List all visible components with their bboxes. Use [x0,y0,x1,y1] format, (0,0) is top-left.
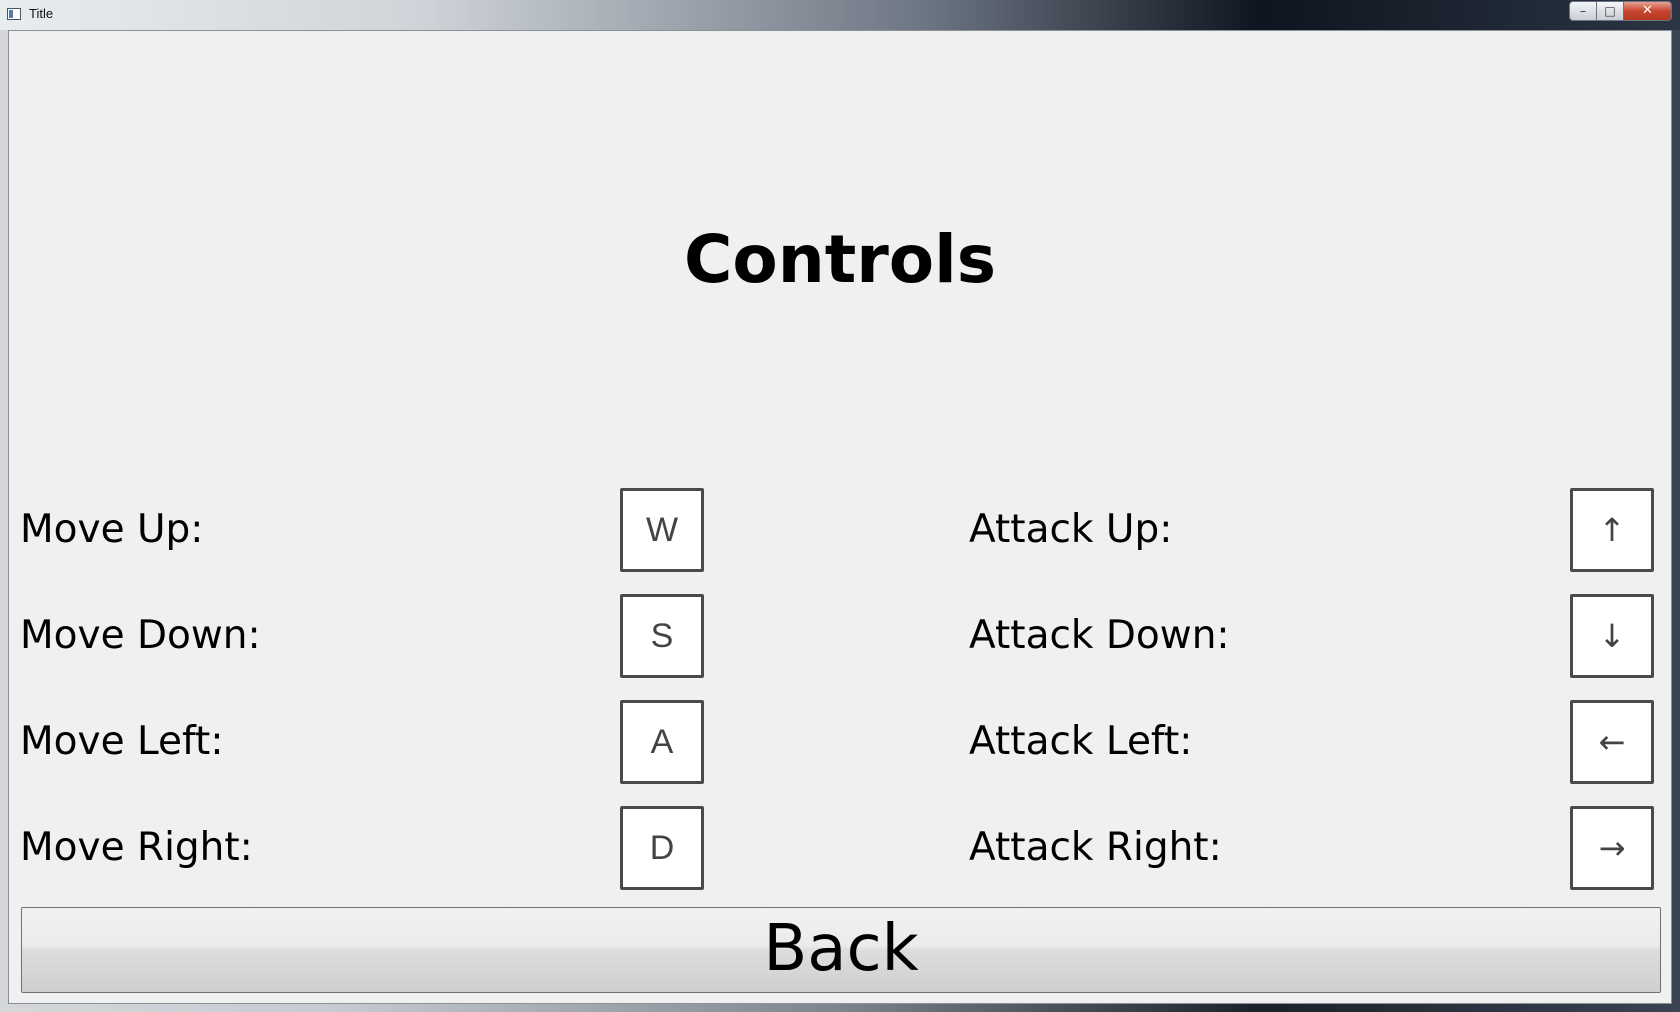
move-down-key[interactable]: S [620,594,704,678]
attack-right-key[interactable]: → [1570,806,1654,890]
move-up-label: Move Up: [20,507,204,552]
attack-down-label: Attack Down: [969,613,1230,658]
attack-left-key[interactable]: ← [1570,700,1654,784]
attack-up-key[interactable]: ↑ [1570,488,1654,572]
minimize-button[interactable]: – [1569,1,1597,21]
move-left-key[interactable]: A [620,700,704,784]
page-title: Controls [683,221,997,298]
back-button[interactable]: Back [21,907,1661,993]
move-right-key[interactable]: D [620,806,704,890]
app-icon [7,8,21,20]
app-window: Title – □ ✕ Controls Move Up: W Move Dow… [0,0,1680,1012]
attack-right-label: Attack Right: [969,825,1222,870]
title-bar[interactable]: Title – □ ✕ [0,0,1680,30]
attack-left-label: Attack Left: [969,719,1193,764]
move-up-key[interactable]: W [620,488,704,572]
move-left-label: Move Left: [20,719,224,764]
attack-up-label: Attack Up: [969,507,1173,552]
move-right-label: Move Right: [20,825,253,870]
controls-screen: Controls Move Up: W Move Down: S Move Le… [8,30,1672,1004]
close-button[interactable]: ✕ [1624,1,1672,21]
attack-down-key[interactable]: ↓ [1570,594,1654,678]
window-controls: – □ ✕ [1569,1,1672,21]
maximize-button[interactable]: □ [1597,1,1624,21]
move-down-label: Move Down: [20,613,261,658]
window-title: Title [29,6,54,21]
